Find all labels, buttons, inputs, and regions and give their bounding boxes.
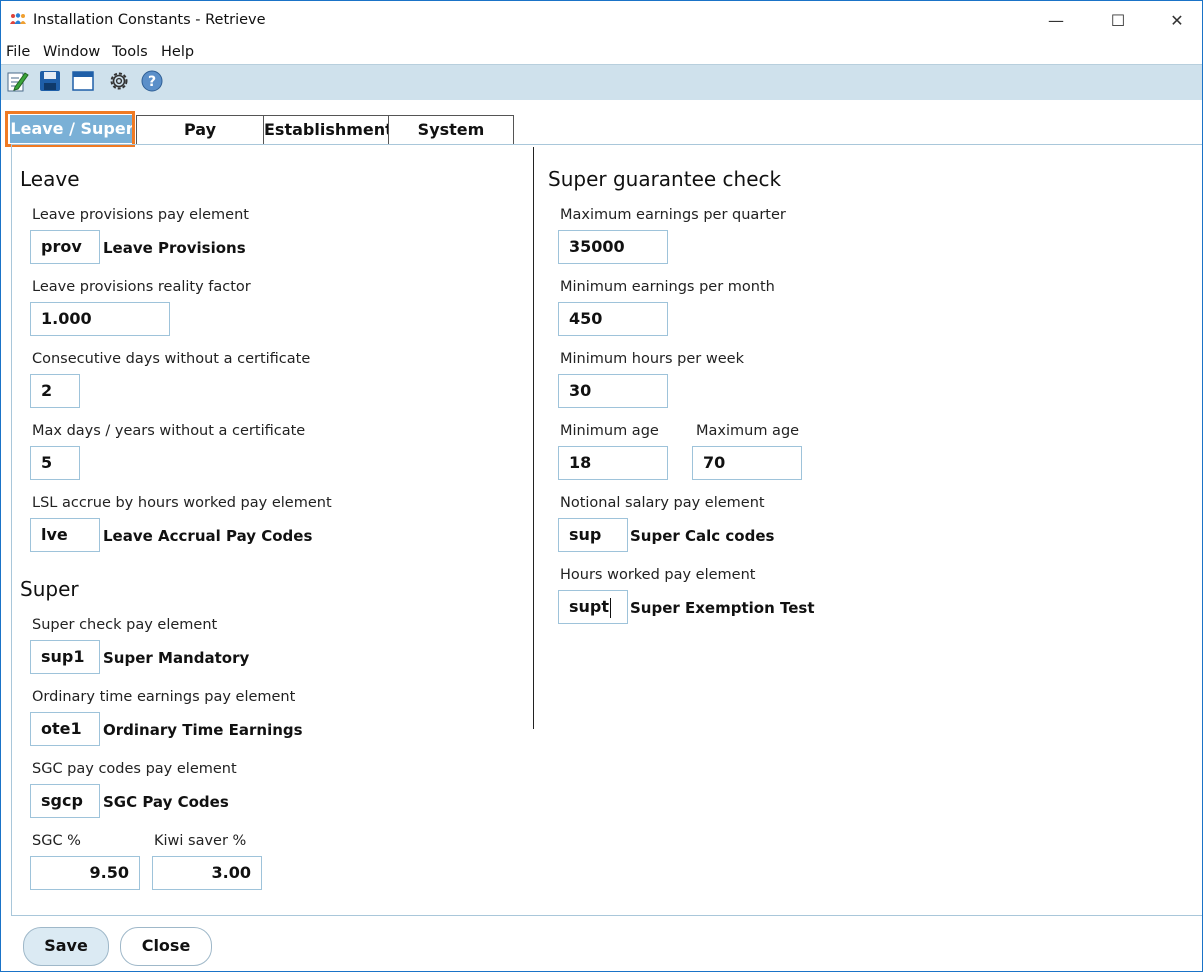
leave-provisions-label: Leave provisions pay element <box>32 207 249 223</box>
tab-establishment[interactable]: Establishment <box>263 115 393 144</box>
lsl-accrue-label: LSL accrue by hours worked pay element <box>32 495 332 511</box>
sgc-percent-input[interactable]: 9.50 <box>30 856 140 890</box>
lsl-accrue-input[interactable]: lve <box>30 518 100 552</box>
menu-bar: File Window Tools Help <box>1 41 1202 63</box>
svg-text:?: ? <box>148 74 156 90</box>
min-earnings-input[interactable]: 450 <box>558 302 668 336</box>
close-window-button[interactable]: ✕ <box>1162 9 1192 33</box>
max-days-input[interactable]: 5 <box>30 446 80 480</box>
hours-worked-input[interactable]: supt <box>558 590 628 624</box>
edit-icon[interactable] <box>5 69 29 93</box>
hours-worked-value: supt <box>569 597 610 616</box>
sgc-codes-label: SGC pay codes pay element <box>32 761 237 777</box>
save-button[interactable]: Save <box>23 927 109 966</box>
menu-help[interactable]: Help <box>161 44 194 60</box>
help-icon[interactable]: ? <box>140 69 164 93</box>
notional-salary-input[interactable]: sup <box>558 518 628 552</box>
text-caret <box>610 597 612 618</box>
close-button[interactable]: Close <box>120 927 212 966</box>
reality-factor-label: Leave provisions reality factor <box>32 279 251 295</box>
kiwi-saver-input[interactable]: 3.00 <box>152 856 262 890</box>
sgc-check-section-title: Super guarantee check <box>548 167 782 191</box>
kiwi-saver-label: Kiwi saver % <box>154 833 247 849</box>
minimize-button[interactable]: — <box>1041 9 1071 33</box>
consecutive-days-input[interactable]: 2 <box>30 374 80 408</box>
tab-pay[interactable]: Pay <box>136 115 264 144</box>
min-age-input[interactable]: 18 <box>558 446 668 480</box>
reality-factor-input[interactable]: 1.000 <box>30 302 170 336</box>
min-earnings-label: Minimum earnings per month <box>560 279 775 295</box>
ote-input[interactable]: ote1 <box>30 712 100 746</box>
settings-icon[interactable] <box>107 69 131 93</box>
column-divider <box>533 147 534 729</box>
max-earnings-label: Maximum earnings per quarter <box>560 207 786 223</box>
people-icon <box>10 13 26 24</box>
min-age-label: Minimum age <box>560 423 659 439</box>
super-section-title: Super <box>20 577 79 601</box>
max-age-label: Maximum age <box>696 423 800 439</box>
app-window: Installation Constants - Retrieve — ☐ ✕ … <box>0 0 1203 972</box>
sgc-codes-input[interactable]: sgcp <box>30 784 100 818</box>
menu-file[interactable]: File <box>6 44 30 60</box>
notional-salary-desc: Super Calc codes <box>630 527 775 545</box>
tab-strip: Leave / Super Pay Establishment System <box>1 111 1202 145</box>
super-check-input[interactable]: sup1 <box>30 640 100 674</box>
menu-tools[interactable]: Tools <box>112 44 148 60</box>
hours-worked-label: Hours worked pay element <box>560 567 756 583</box>
tab-focus-outline <box>5 111 135 147</box>
leave-provisions-input[interactable]: prov <box>30 230 100 264</box>
window-icon[interactable] <box>71 69 95 93</box>
super-check-desc: Super Mandatory <box>103 649 250 667</box>
max-days-label: Max days / years without a certificate <box>32 423 306 439</box>
min-hours-label: Minimum hours per week <box>560 351 744 367</box>
ote-label: Ordinary time earnings pay element <box>32 689 296 705</box>
window-title: Installation Constants - Retrieve <box>33 12 266 28</box>
save-icon[interactable] <box>38 69 62 93</box>
super-check-label: Super check pay element <box>32 617 218 633</box>
ote-desc: Ordinary Time Earnings <box>103 721 303 739</box>
max-age-input[interactable]: 70 <box>692 446 802 480</box>
consecutive-days-label: Consecutive days without a certificate <box>32 351 311 367</box>
notional-salary-label: Notional salary pay element <box>560 495 765 511</box>
lsl-accrue-desc: Leave Accrual Pay Codes <box>103 527 313 545</box>
min-hours-input[interactable]: 30 <box>558 374 668 408</box>
sgc-percent-label: SGC % <box>32 833 81 849</box>
title-bar: Installation Constants - Retrieve — ☐ ✕ <box>1 1 1202 41</box>
tab-system[interactable]: System <box>388 115 514 144</box>
menu-window[interactable]: Window <box>43 44 100 60</box>
max-earnings-input[interactable]: 35000 <box>558 230 668 264</box>
maximize-button[interactable]: ☐ <box>1103 9 1133 33</box>
sgc-codes-desc: SGC Pay Codes <box>103 793 229 811</box>
leave-section-title: Leave <box>20 167 80 191</box>
leave-provisions-desc: Leave Provisions <box>103 239 246 257</box>
hours-worked-desc: Super Exemption Test <box>630 599 815 617</box>
toolbar: ? <box>1 64 1202 100</box>
